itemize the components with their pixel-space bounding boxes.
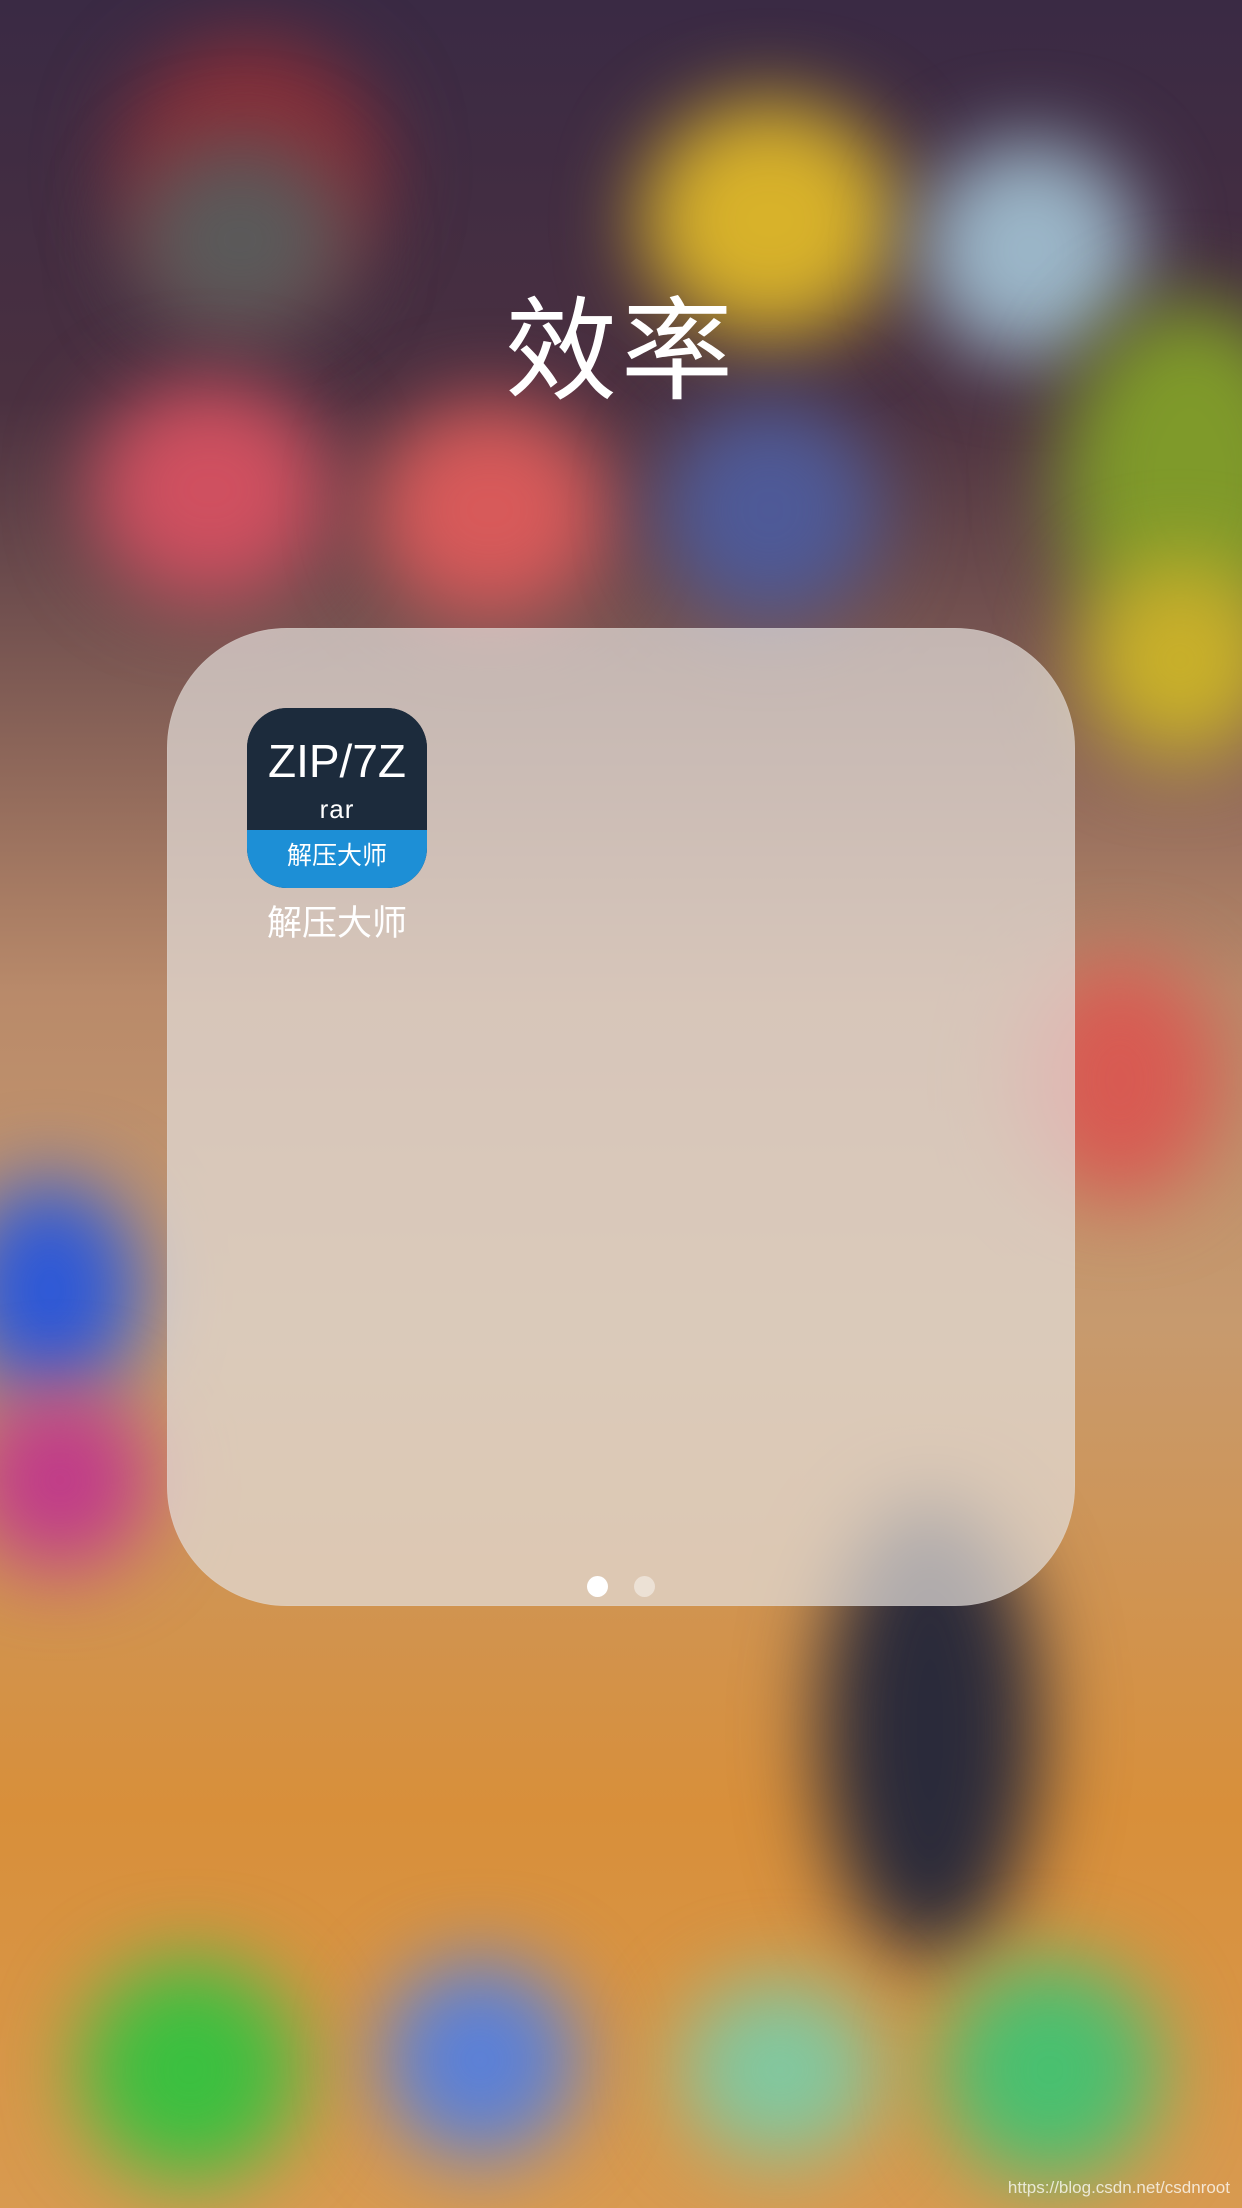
icon-banner-text: 解压大师 <box>286 841 387 870</box>
app-item[interactable]: ZIP/7Z rar 解压大师 解压大师 <box>247 708 427 946</box>
page-dot-inactive[interactable] <box>634 1576 655 1597</box>
page-dot-active[interactable] <box>587 1576 608 1597</box>
folder-title[interactable]: 效率 <box>0 282 1242 422</box>
archive-app-icon[interactable]: ZIP/7Z rar 解压大师 <box>247 708 427 888</box>
watermark: https://blog.csdn.net/csdnroot <box>1007 2178 1230 2197</box>
icon-format-text: ZIP/7Z <box>267 735 407 787</box>
app-label[interactable]: 解压大师 <box>247 902 427 946</box>
page-indicator[interactable] <box>0 1576 1242 1598</box>
icon-format-subtext: rar <box>319 794 355 824</box>
